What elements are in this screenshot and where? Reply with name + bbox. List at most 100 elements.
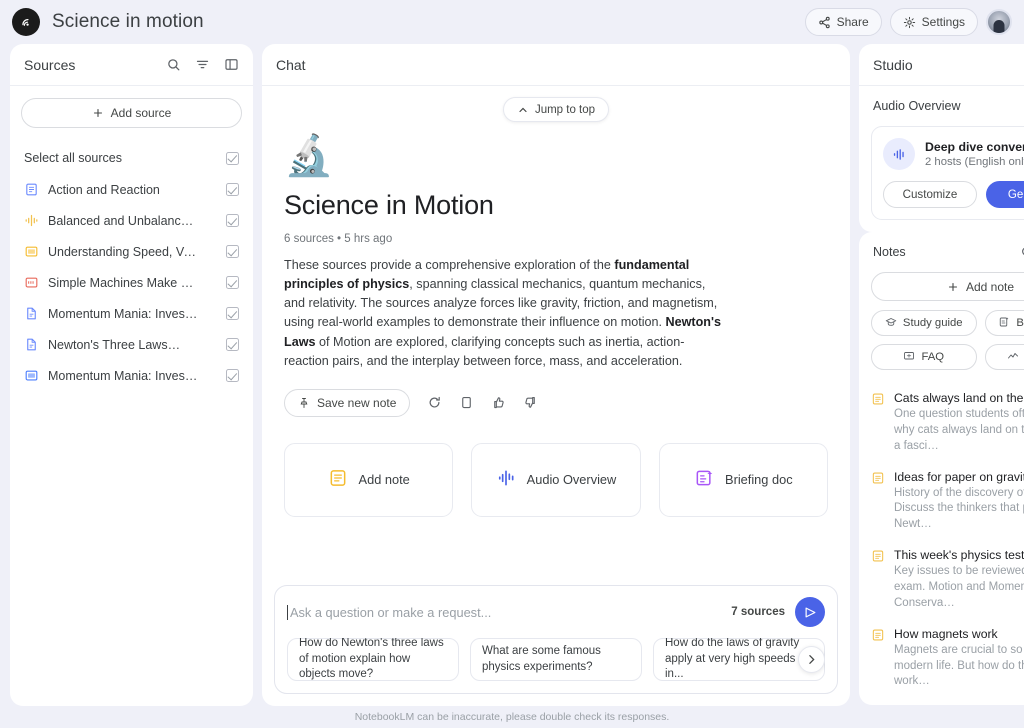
document-icon <box>24 337 39 352</box>
save-new-note-label: Save new note <box>317 395 397 410</box>
share-label: Share <box>836 15 869 29</box>
main-columns: Sources Add source Select all sources Ac… <box>0 44 1024 706</box>
plus-icon <box>92 107 104 119</box>
chevron-right-icon[interactable] <box>798 646 825 673</box>
notes-header: Notes <box>859 232 1024 272</box>
notebook-title: Science in Motion <box>284 190 494 220</box>
chevron-up-icon <box>517 104 529 116</box>
source-name: Momentum Mania: Investigating th… <box>48 368 200 383</box>
thumbs-down-icon[interactable] <box>523 395 538 410</box>
source-checkbox[interactable] <box>226 338 239 351</box>
suggestion-chip-label: How do Newton's three laws of motion exp… <box>299 638 444 681</box>
share-button[interactable]: Share <box>804 8 882 36</box>
source-name: Balanced and Unbalanced ds <box>48 213 200 228</box>
filter-icon[interactable] <box>195 57 210 72</box>
plus-icon <box>947 281 959 293</box>
footer: NotebookLM can be inaccurate, please dou… <box>0 706 1024 728</box>
notebook-meta: 6 sources • 5 hrs ago <box>284 233 393 245</box>
source-checkbox[interactable] <box>226 183 239 196</box>
audio-waveform-icon <box>24 213 39 228</box>
studio-title: Studio <box>873 56 913 73</box>
notebooklm-logo-icon <box>12 8 40 36</box>
copy-icon[interactable] <box>459 395 474 410</box>
note-list-item[interactable]: Cats always land on their feet One quest… <box>871 391 1024 455</box>
jump-to-top-label: Jump to top <box>534 103 596 116</box>
audio-overview-card-title: Deep dive conversation <box>925 140 1024 154</box>
suggestion-chip[interactable]: How do Newton's three laws of motion exp… <box>287 638 459 681</box>
source-count-label: 7 sources <box>731 606 785 618</box>
suggestion-chip[interactable]: What are some famous physics experiments… <box>470 638 642 681</box>
add-source-button[interactable]: Add source <box>21 98 242 128</box>
faq-icon <box>903 350 915 365</box>
note-title: Cats always land on their feet <box>894 391 1024 405</box>
graduation-cap-icon <box>885 316 897 331</box>
source-checkbox[interactable] <box>226 276 239 289</box>
source-checkbox[interactable] <box>226 307 239 320</box>
customize-button[interactable]: Customize <box>883 181 977 208</box>
refresh-icon[interactable] <box>427 395 442 410</box>
source-item[interactable]: Momentum Mania: Investigating th… <box>21 360 242 391</box>
chat-input[interactable] <box>287 604 722 620</box>
source-item[interactable]: Momentum Mania: Investigating th… <box>21 298 242 329</box>
note-type-chip[interactable]: Briefing doc <box>984 310 1024 336</box>
action-card[interactable]: Briefing doc <box>658 442 828 517</box>
composer-wrap: 7 sources How do Newton's three laws of … <box>262 585 850 706</box>
send-button[interactable] <box>795 597 825 627</box>
source-item[interactable]: Simple Machines Make Work Easier… <box>21 267 242 298</box>
note-list-item[interactable]: This week's physics test Key issues to b… <box>871 548 1024 612</box>
source-item[interactable]: Balanced and Unbalanced ds <box>21 205 242 236</box>
note-list-item[interactable]: How magnets work Magnets are crucial to … <box>871 627 1024 691</box>
suggestion-chips: How do Newton's three laws of motion exp… <box>287 638 825 681</box>
add-note-label: Add note <box>965 279 1015 294</box>
sources-panel: Sources Add source Select all sources Ac… <box>10 44 253 706</box>
action-cards: Add note Audio Overview Briefing doc <box>284 442 828 517</box>
add-note-button[interactable]: Add note <box>871 272 1024 301</box>
note-snippet: One question students often ask is why c… <box>894 408 1024 452</box>
source-item[interactable]: Understanding Speed, Velocity and… <box>21 236 242 267</box>
chat-panel: Chat Jump to top 🔬 Science in Motion 6 s… <box>262 44 850 706</box>
jump-to-top-button[interactable]: Jump to top <box>502 97 610 122</box>
note-type-chip[interactable]: Study guide <box>871 310 977 336</box>
note-type-chip[interactable]: Timeline <box>984 344 1024 370</box>
chat-body: Jump to top 🔬 Science in Motion 6 source… <box>262 86 850 706</box>
source-checkbox[interactable] <box>226 245 239 258</box>
select-all-label: Select all sources <box>24 151 122 165</box>
note-icon <box>328 468 348 491</box>
thumbs-up-icon[interactable] <box>491 395 506 410</box>
settings-button[interactable]: Settings <box>889 8 978 36</box>
note-list-item[interactable]: Ideas for paper on gravity History of th… <box>871 470 1024 534</box>
notes-list: Cats always land on their feet One quest… <box>859 378 1024 705</box>
audio-waveform-icon <box>883 138 915 170</box>
avatar[interactable] <box>986 9 1012 35</box>
note-type-chips: Study guide Briefing doc FAQ Timeline <box>871 310 1024 370</box>
select-all-sources-row[interactable]: Select all sources <box>21 142 242 174</box>
select-all-checkbox[interactable] <box>226 151 239 165</box>
action-card-label: Add note <box>358 472 410 488</box>
source-checkbox[interactable] <box>226 214 239 227</box>
search-icon[interactable] <box>1020 245 1024 259</box>
action-card-label: Audio Overview <box>526 472 617 488</box>
search-icon[interactable] <box>166 57 181 72</box>
note-type-chip[interactable]: FAQ <box>871 344 977 370</box>
pin-icon <box>298 397 310 409</box>
note-snippet: Key issues to be reviewed on April 20 ex… <box>894 565 1024 609</box>
generate-button[interactable]: Generate <box>986 181 1024 208</box>
page-title: Science in motion <box>52 11 204 32</box>
source-item[interactable]: Action and Reaction <box>21 174 242 205</box>
slides-icon <box>24 368 39 383</box>
studio-top-card: Studio Audio Overview Deep dive conver 2… <box>859 44 1024 232</box>
studio-header: Studio <box>859 44 1024 86</box>
note-icon <box>871 392 885 455</box>
source-checkbox[interactable] <box>226 369 239 382</box>
action-card[interactable]: Add note <box>284 442 454 517</box>
notes-card: Notes Add note Study guide B FAQ Cats al… <box>859 232 1024 706</box>
briefing-doc-icon <box>694 468 714 491</box>
suggestion-chip-label: How do the laws of gravity apply at very… <box>665 638 809 681</box>
pdf-icon <box>24 275 39 290</box>
save-new-note-button[interactable]: Save new note <box>284 388 411 417</box>
panel-collapse-icon[interactable] <box>224 57 239 72</box>
brand: Science in motion <box>12 8 204 36</box>
source-item[interactable]: Newton's Three Laws… <box>21 329 242 360</box>
action-card[interactable]: Audio Overview <box>471 442 641 517</box>
microscope-icon: 🔬 <box>284 134 334 178</box>
